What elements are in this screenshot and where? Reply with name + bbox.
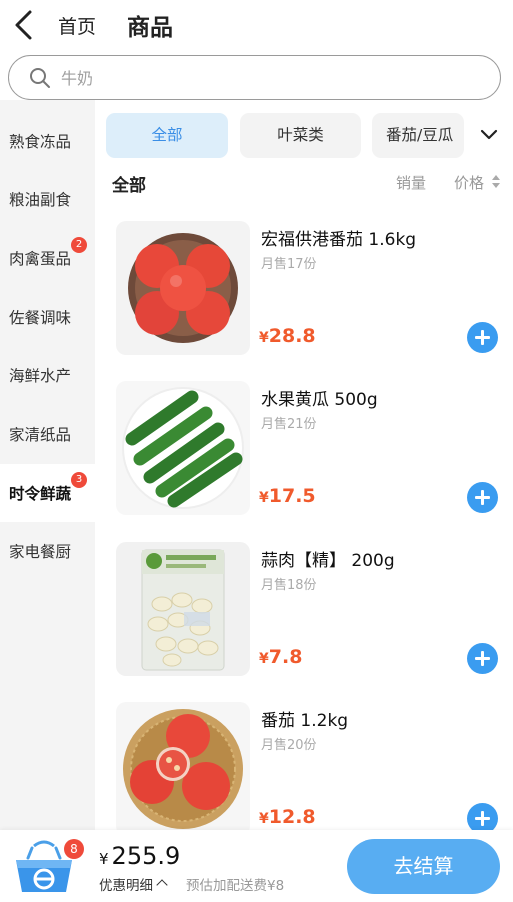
chevron-down-icon (480, 129, 498, 140)
back-button[interactable] (10, 8, 40, 42)
sidebar-item-label: 熟食冻品 (9, 133, 72, 151)
sidebar-item-household-paper[interactable]: 家清纸品 (0, 405, 95, 463)
sidebar-item-grain-oil[interactable]: 粮油副食 (0, 170, 95, 228)
chip-all[interactable]: 全部 (106, 113, 228, 158)
sidebar-item-seasonal-veg[interactable]: 时令鲜蔬 3 (0, 464, 95, 522)
count-badge: 2 (71, 237, 87, 253)
sidebar-item-label: 时令鲜蔬 (9, 485, 72, 503)
search-input[interactable] (61, 65, 481, 91)
expand-categories-button[interactable] (478, 124, 500, 146)
checkout-button[interactable]: 去结算 (347, 839, 500, 894)
search-icon (30, 68, 50, 88)
sort-by-sales[interactable]: 销量 (396, 172, 426, 193)
product-price: ¥28.8 (259, 325, 316, 347)
chip-tomato-beans[interactable]: 番茄/豆瓜 (372, 113, 464, 158)
product-image-garlic (116, 542, 250, 676)
home-link[interactable]: 首页 (58, 12, 96, 39)
count-badge: 3 (71, 472, 87, 488)
delivery-fee-note: 预估加配送费¥8 (186, 878, 285, 894)
cart-count-badge: 8 (64, 839, 84, 859)
add-to-cart-button[interactable] (467, 643, 498, 674)
product-card[interactable]: 蒜肉【精】 200g 月售18份 ¥7.8 (112, 542, 507, 692)
add-to-cart-button[interactable] (467, 322, 498, 353)
sidebar-item-cooked-frozen[interactable]: 熟食冻品 (0, 112, 95, 170)
sidebar-item-meat-eggs[interactable]: 肉禽蛋品 2 (0, 229, 95, 287)
monthly-sales: 月售18份 (261, 578, 317, 593)
product-card[interactable]: 水果黄瓜 500g 月售21份 ¥17.5 (112, 381, 507, 531)
product-name: 蒜肉【精】 200g (261, 551, 395, 571)
category-sidebar: 熟食冻品 粮油副食 肉禽蛋品 2 佐餐调味 海鲜水产 家清纸品 时令鲜蔬 3 家… (0, 100, 95, 830)
cart-total: ¥255.9 (99, 842, 181, 870)
sidebar-item-label: 家电餐厨 (9, 543, 72, 561)
sidebar-item-label: 佐餐调味 (9, 309, 72, 327)
header: 首页 商品 (0, 0, 513, 52)
chevron-up-icon (156, 879, 168, 891)
sidebar-item-seasoning[interactable]: 佐餐调味 (0, 288, 95, 346)
product-card[interactable]: 宏福供港番茄 1.6kg 月售17份 ¥28.8 (112, 221, 507, 371)
sidebar-item-label: 粮油副食 (9, 191, 72, 209)
product-image-tomatoes (116, 221, 250, 355)
search-bar[interactable] (8, 55, 501, 100)
sidebar-item-seafood[interactable]: 海鲜水产 (0, 346, 95, 404)
page-title: 商品 (127, 15, 173, 41)
monthly-sales: 月售21份 (261, 417, 317, 432)
add-to-cart-button[interactable] (467, 482, 498, 513)
monthly-sales: 月售17份 (261, 257, 317, 272)
discount-details-toggle[interactable]: 优惠明细 (99, 874, 168, 894)
product-name: 水果黄瓜 500g (261, 390, 378, 410)
product-price: ¥7.8 (259, 646, 303, 668)
cart-bar: 8 ¥255.9 优惠明细 预估加配送费¥8 去结算 (0, 830, 513, 902)
chip-leafy-veg[interactable]: 叶菜类 (240, 113, 361, 158)
sidebar-item-label: 家清纸品 (9, 426, 72, 444)
monthly-sales: 月售20份 (261, 738, 317, 753)
product-name: 番茄 1.2kg (261, 711, 349, 731)
sidebar-item-appliances-kitchen[interactable]: 家电餐厨 (0, 522, 95, 580)
product-price: ¥12.8 (259, 806, 316, 828)
sort-by-price[interactable]: 价格 (454, 172, 484, 193)
product-name: 宏福供港番茄 1.6kg (261, 230, 417, 250)
sidebar-item-label: 海鲜水产 (9, 367, 72, 385)
page: 首页 商品 熟食冻品 粮油副食 肉禽蛋品 2 佐餐调味 海鲜水产 家清纸品 (0, 0, 513, 902)
back-arrow-icon (15, 10, 32, 40)
sort-arrows-icon (492, 175, 500, 188)
section-title: 全部 (112, 176, 146, 196)
product-image-cucumbers (116, 381, 250, 515)
sidebar-item-label: 肉禽蛋品 (9, 250, 72, 268)
product-price: ¥17.5 (259, 485, 316, 507)
product-image-tomato-basket (116, 702, 250, 836)
